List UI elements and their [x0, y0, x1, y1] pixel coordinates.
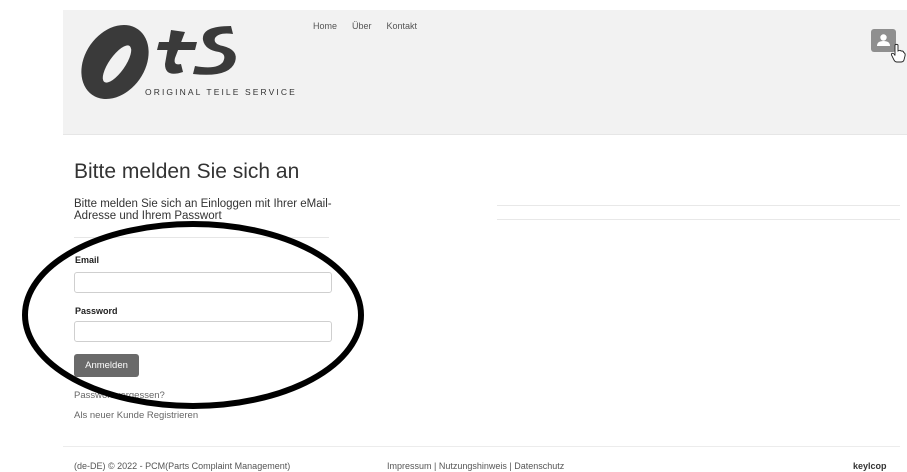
impressum-link[interactable]: Impressum	[387, 461, 432, 471]
footer-divider	[63, 446, 900, 447]
hand-cursor-icon	[890, 43, 906, 63]
footer-links: Impressum | Nutzungshinweis | Datenschut…	[387, 461, 564, 471]
footer-copyright: (de-DE) © 2022 - PCM(Parts Complaint Man…	[74, 461, 291, 471]
login-button[interactable]: Anmelden	[74, 354, 139, 377]
logo-subtitle: ORIGINAL TEILE SERVICE	[145, 87, 297, 97]
divider	[497, 219, 900, 220]
password-field[interactable]	[74, 321, 332, 342]
footer-separator: |	[431, 461, 439, 471]
divider	[497, 205, 900, 206]
page-title: Bitte melden Sie sich an	[74, 160, 300, 183]
nav-ueber-link[interactable]: Über	[352, 21, 372, 31]
nav-kontakt-link[interactable]: Kontakt	[387, 21, 418, 31]
password-label: Password	[75, 306, 118, 316]
nav-home-link[interactable]: Home	[313, 21, 337, 31]
login-intro-text: Bitte melden Sie sich an Einloggen mit I…	[74, 198, 332, 222]
email-label: Email	[75, 255, 100, 265]
register-link[interactable]: Als neuer Kunde Registrieren	[74, 410, 198, 421]
email-field[interactable]	[74, 272, 332, 293]
header: ORIGINAL TEILE SERVICE Home Über Kontakt	[63, 10, 907, 135]
main-nav: Home Über Kontakt	[313, 21, 417, 31]
footer-brand-logo: keylcop	[853, 461, 887, 471]
divider	[74, 237, 329, 238]
forgot-password-link[interactable]: Passwort vergessen?	[74, 390, 165, 401]
datenschutz-link[interactable]: Datenschutz	[514, 461, 564, 471]
nutzungshinweis-link[interactable]: Nutzungshinweis	[439, 461, 507, 471]
